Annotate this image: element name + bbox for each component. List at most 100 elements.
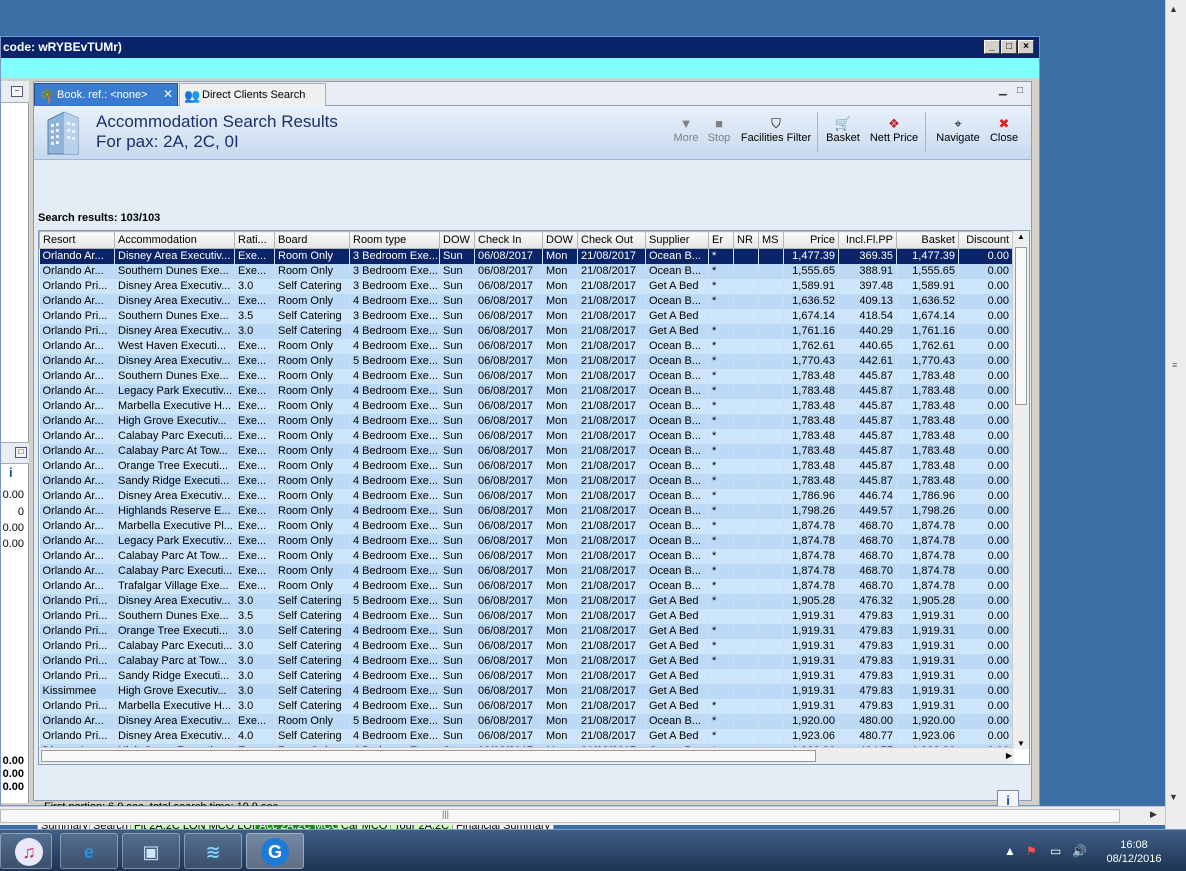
page-horizontal-scrollbar[interactable]: ||| ▶ — [0, 806, 1165, 825]
basket-button[interactable]: 🛒 Basket — [823, 116, 863, 144]
table-row[interactable]: Orlando Ar... Marbella Executive H... Exe.… — [39, 398, 1013, 414]
table-cell: 3.0 — [234, 593, 275, 609]
column-header[interactable]: Rati... — [234, 231, 275, 249]
table-row[interactable]: Orlando Ar... High Grove Executiv... Exe..… — [39, 413, 1013, 429]
scroll-right-icon[interactable]: ▶ — [1006, 751, 1012, 760]
table-row[interactable]: Orlando Ar... Calabay Parc At Tow... Exe..… — [39, 443, 1013, 459]
table-cell: Self Catering — [274, 698, 350, 714]
table-row[interactable]: Orlando Ar... Disney Area Executiv... Exe.… — [39, 488, 1013, 504]
column-header[interactable]: DOW — [439, 231, 475, 249]
table-row[interactable]: Orlando Pri... Disney Area Executiv... 3.0… — [39, 593, 1013, 609]
scroll-thumb[interactable] — [1015, 247, 1027, 405]
taskbar-internet-explorer[interactable]: e — [60, 833, 118, 869]
table-cell: 418.54 — [838, 308, 897, 324]
scroll-up-icon[interactable]: ▲ — [1169, 4, 1178, 14]
taskbar-itunes[interactable]: ♫ — [0, 833, 52, 869]
column-header[interactable]: Basket — [896, 231, 959, 249]
volume-icon[interactable]: 🔊 — [1072, 844, 1087, 858]
view-maximize-button[interactable]: □ — [1017, 85, 1023, 96]
table-cell: 21/08/2017 — [577, 413, 646, 429]
table-row[interactable]: Orlando Ar... Legacy Park Executiv... Exe.… — [39, 533, 1013, 549]
column-header[interactable]: Check Out — [577, 231, 646, 249]
info-icon[interactable]: i — [9, 465, 13, 480]
taskbar-app[interactable]: ≋ — [184, 833, 242, 869]
table-row[interactable]: Orlando Ar... Disney Area Executiv... Exe.… — [39, 248, 1013, 264]
table-row[interactable]: Orlando Pri... Southern Dunes Exe... 3.5 Se… — [39, 608, 1013, 624]
table-row[interactable]: Orlando Pri... Sandy Ridge Executi... 3.0 S… — [39, 668, 1013, 684]
close-button[interactable]: ✖ Close — [987, 116, 1021, 144]
scroll-thumb[interactable] — [0, 809, 1120, 823]
view-minimize-button[interactable]: ▁ — [999, 85, 1007, 96]
column-header[interactable]: Price — [783, 231, 839, 249]
column-header[interactable]: Check In — [474, 231, 543, 249]
table-row[interactable]: Orlando Ar... Highlands Reserve E... Exe..… — [39, 503, 1013, 519]
facilities-filter-button[interactable]: ⛉ Facilities Filter — [739, 116, 813, 144]
column-header[interactable]: Resort — [39, 231, 115, 249]
table-row[interactable]: Orlando Pri... Disney Area Executiv... 4.0… — [39, 728, 1013, 744]
table-cell: Calabay Parc At Tow... — [114, 548, 235, 564]
window-close-button[interactable]: × — [1018, 40, 1034, 54]
table-row[interactable]: Orlando Pri... Calabay Parc at Tow... 3.0 S… — [39, 653, 1013, 669]
table-row[interactable]: Orlando Ar... Sandy Ridge Executi... Exe..… — [39, 473, 1013, 489]
column-header[interactable]: Accommodation — [114, 231, 235, 249]
scroll-thumb[interactable] — [41, 750, 816, 762]
table-row[interactable]: Orlando Pri... Disney Area Executiv... 3.0… — [39, 323, 1013, 339]
table-row[interactable]: Orlando Ar... Calabay Parc Executi... Exe.… — [39, 428, 1013, 444]
scroll-right-icon[interactable]: ▶ — [1150, 809, 1157, 820]
column-header[interactable]: MS — [758, 231, 784, 249]
table-row[interactable]: Orlando Pri... Disney Area Executiv... 3.0… — [39, 278, 1013, 294]
table-row[interactable]: Orlando Pri... Orange Tree Executi... 3.0 S… — [39, 623, 1013, 639]
flag-icon[interactable]: ⚑ — [1026, 844, 1037, 858]
table-row[interactable]: Orlando Ar... West Haven Executi... Exe...… — [39, 338, 1013, 354]
maximize-button[interactable]: □ — [1001, 40, 1017, 54]
table-row[interactable]: Kissimmee High Grove Executiv... 3.0 Self C… — [39, 683, 1013, 699]
table-row[interactable]: Orlando Pri... Calabay Parc Executi... 3.0… — [39, 638, 1013, 654]
table-cell — [758, 248, 784, 264]
network-icon[interactable]: ▭ — [1050, 844, 1061, 858]
clock[interactable]: 16:08 08/12/2016 — [1104, 838, 1164, 866]
column-header[interactable]: NR — [733, 231, 759, 249]
table-row[interactable]: Orlando Ar... Marbella Executive Pl... Exe… — [39, 518, 1013, 534]
page-vertical-scrollbar[interactable]: ▲ ≡ ▼ — [1165, 0, 1186, 829]
minimize-button[interactable]: _ — [984, 40, 1000, 54]
scroll-down-icon[interactable]: ▼ — [1017, 739, 1025, 748]
column-header[interactable]: Board — [274, 231, 350, 249]
table-row[interactable]: Orlando Ar... Disney Area Executiv... Exe.… — [39, 713, 1013, 729]
navigate-button[interactable]: ⌖ Navigate — [932, 116, 984, 144]
table-row[interactable]: Orlando Ar... Disney Area Executiv... Exe.… — [39, 353, 1013, 369]
stop-button[interactable]: ■ Stop — [704, 116, 734, 144]
table-row[interactable]: Orlando Ar... Southern Dunes Exe... Exe...… — [39, 263, 1013, 279]
table-row[interactable]: Orlando Ar... Southern Dunes Exe... Exe...… — [39, 368, 1013, 384]
restore-button[interactable]: □ — [15, 447, 27, 458]
table-row[interactable]: Orlando Ar... Trafalgar Village Exe... Exe… — [39, 578, 1013, 594]
table-row[interactable]: Orlando Ar... Calabay Parc Executi... Exe.… — [39, 563, 1013, 579]
taskbar-network[interactable]: ▣ — [122, 833, 180, 869]
table-row[interactable]: Orlando Pri... Southern Dunes Exe... 3.5 Se… — [39, 308, 1013, 324]
column-header[interactable]: Er — [708, 231, 734, 249]
column-header[interactable]: Discount — [958, 231, 1013, 249]
close-icon[interactable]: ✕ — [163, 87, 173, 101]
table-row[interactable]: Orlando Ar... Disney Area Executiv... Exe.… — [39, 293, 1013, 309]
column-header[interactable]: DOW — [542, 231, 578, 249]
scroll-down-icon[interactable]: ▼ — [1169, 792, 1178, 802]
show-hidden-icons-icon[interactable]: ▲ — [1004, 844, 1016, 858]
tab-booking[interactable]: 🌴 Book. ref.: <none> ✕ — [34, 83, 178, 106]
tab-direct-clients-search[interactable]: 👥 Direct Clients Search — [179, 83, 326, 106]
table-row[interactable]: Orlando Ar... Legacy Park Executiv... Exe.… — [39, 383, 1013, 399]
collapse-button[interactable]: − — [11, 86, 23, 97]
grid-horizontal-scrollbar[interactable]: ▶ — [39, 747, 1014, 764]
more-button[interactable]: ▼ More — [671, 116, 701, 144]
taskbar-browser[interactable]: G — [246, 833, 304, 869]
window-titlebar[interactable]: code: wRYBEvTUMr) _ □ × — [1, 37, 1039, 58]
column-header[interactable]: Supplier — [645, 231, 709, 249]
grid-vertical-scrollbar[interactable]: ▲ ▼ — [1012, 231, 1029, 749]
scroll-up-icon[interactable]: ▲ — [1017, 232, 1025, 241]
nett-price-button[interactable]: ❖ Nett Price — [868, 116, 920, 144]
table-row[interactable]: Orlando Pri... Marbella Executive H... 3.0… — [39, 698, 1013, 714]
table-cell: 4 Bedroom Exe... — [349, 563, 440, 579]
table-row[interactable]: Orlando Ar... Calabay Parc At Tow... Exe..… — [39, 548, 1013, 564]
table-cell: Ocean B... — [645, 263, 709, 279]
table-row[interactable]: Orlando Ar... Orange Tree Executi... Exe..… — [39, 458, 1013, 474]
column-header[interactable]: Room type — [349, 231, 440, 249]
column-header[interactable]: Incl.Fl.PP — [838, 231, 897, 249]
